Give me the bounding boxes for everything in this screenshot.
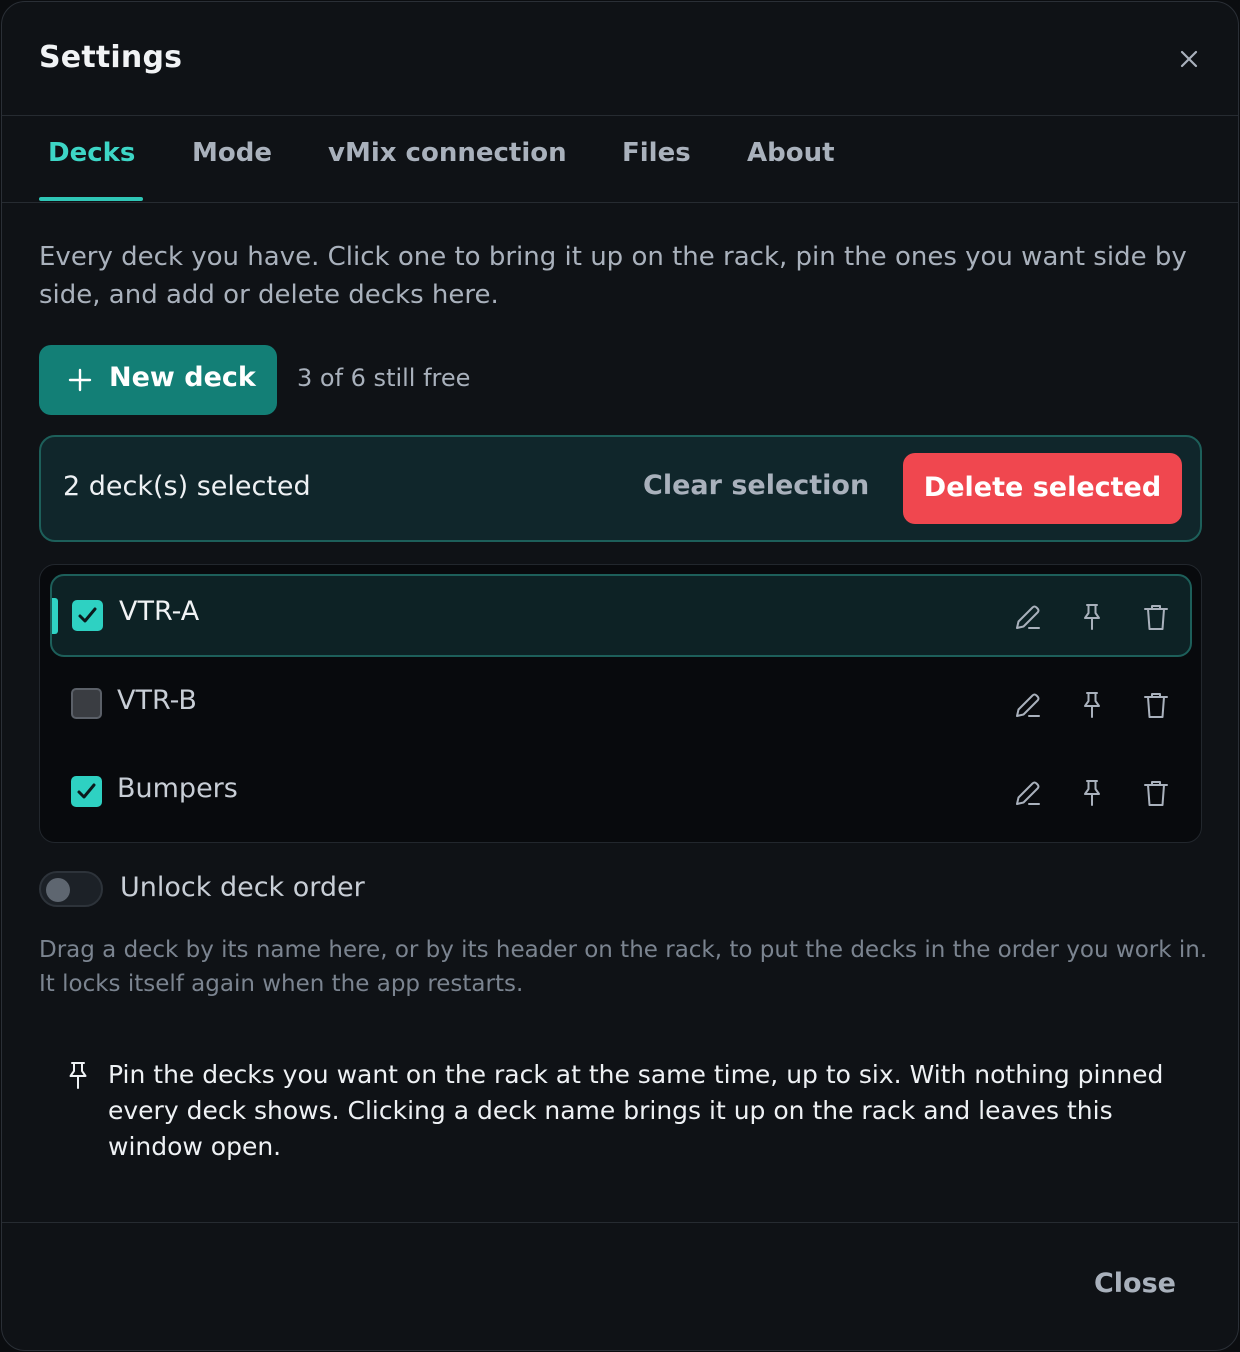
check-icon	[77, 783, 96, 799]
plus-icon	[67, 367, 93, 393]
free-deck-count: 3 of 6 still free	[297, 364, 471, 392]
deck-name[interactable]: VTR-B	[117, 685, 197, 716]
tab-files[interactable]: Files	[622, 138, 691, 168]
close-icon[interactable]	[1176, 46, 1202, 72]
delete-selected-button[interactable]: Delete selected	[903, 453, 1182, 524]
settings-dialog: Settings Decks Mode vMix connection File…	[1, 1, 1239, 1351]
check-icon	[78, 607, 97, 623]
tab-vmix-connection[interactable]: vMix connection	[328, 138, 567, 168]
clear-selection-button[interactable]: Clear selection	[643, 470, 869, 501]
deck-checkbox[interactable]	[72, 600, 103, 631]
trash-icon[interactable]	[1141, 602, 1171, 632]
dialog-header: Settings	[2, 2, 1238, 116]
selection-bar: 2 deck(s) selected Clear selection Delet…	[39, 435, 1202, 542]
deck-row-bumpers[interactable]: Bumpers	[50, 749, 1192, 832]
decks-intro-text: Every deck you have. Click one to bring …	[39, 242, 1187, 310]
deck-checkbox[interactable]	[71, 776, 102, 807]
unlock-order-label: Unlock deck order	[120, 872, 365, 903]
tab-about[interactable]: About	[747, 138, 835, 168]
new-deck-button[interactable]: New deck	[39, 345, 277, 415]
active-deck-marker	[52, 598, 58, 634]
pin-info-text: Pin the decks you want on the rack at th…	[108, 1060, 1164, 1161]
trash-icon[interactable]	[1141, 778, 1171, 808]
selection-count: 2 deck(s) selected	[63, 471, 311, 502]
dialog-title: Settings	[39, 40, 183, 75]
deck-row-vtr-b[interactable]: VTR-B	[50, 661, 1192, 744]
trash-icon[interactable]	[1141, 690, 1171, 720]
unlock-order-toggle[interactable]	[39, 871, 103, 907]
pin-icon	[64, 1060, 92, 1090]
order-help-text: Drag a deck by its name here, or by its …	[39, 937, 1208, 997]
deck-name[interactable]: VTR-A	[119, 596, 199, 627]
tab-decks[interactable]: Decks	[48, 138, 135, 168]
tab-mode[interactable]: Mode	[192, 138, 272, 168]
edit-icon[interactable]	[1013, 602, 1043, 632]
pin-icon[interactable]	[1077, 602, 1107, 632]
active-tab-indicator	[39, 197, 143, 201]
pin-icon[interactable]	[1077, 778, 1107, 808]
pin-icon[interactable]	[1077, 690, 1107, 720]
edit-icon[interactable]	[1013, 778, 1043, 808]
close-button[interactable]: Close	[1094, 1268, 1176, 1299]
toggle-knob	[46, 878, 70, 902]
tab-bar: Decks Mode vMix connection Files About	[2, 116, 1238, 203]
deck-name[interactable]: Bumpers	[117, 773, 238, 804]
new-deck-label: New deck	[109, 362, 256, 393]
dialog-footer: Close	[2, 1222, 1238, 1350]
deck-checkbox[interactable]	[71, 688, 102, 719]
deck-list: VTR-A VTR-B Bumpers	[39, 564, 1202, 843]
deck-row-vtr-a[interactable]: VTR-A	[50, 574, 1192, 657]
edit-icon[interactable]	[1013, 690, 1043, 720]
